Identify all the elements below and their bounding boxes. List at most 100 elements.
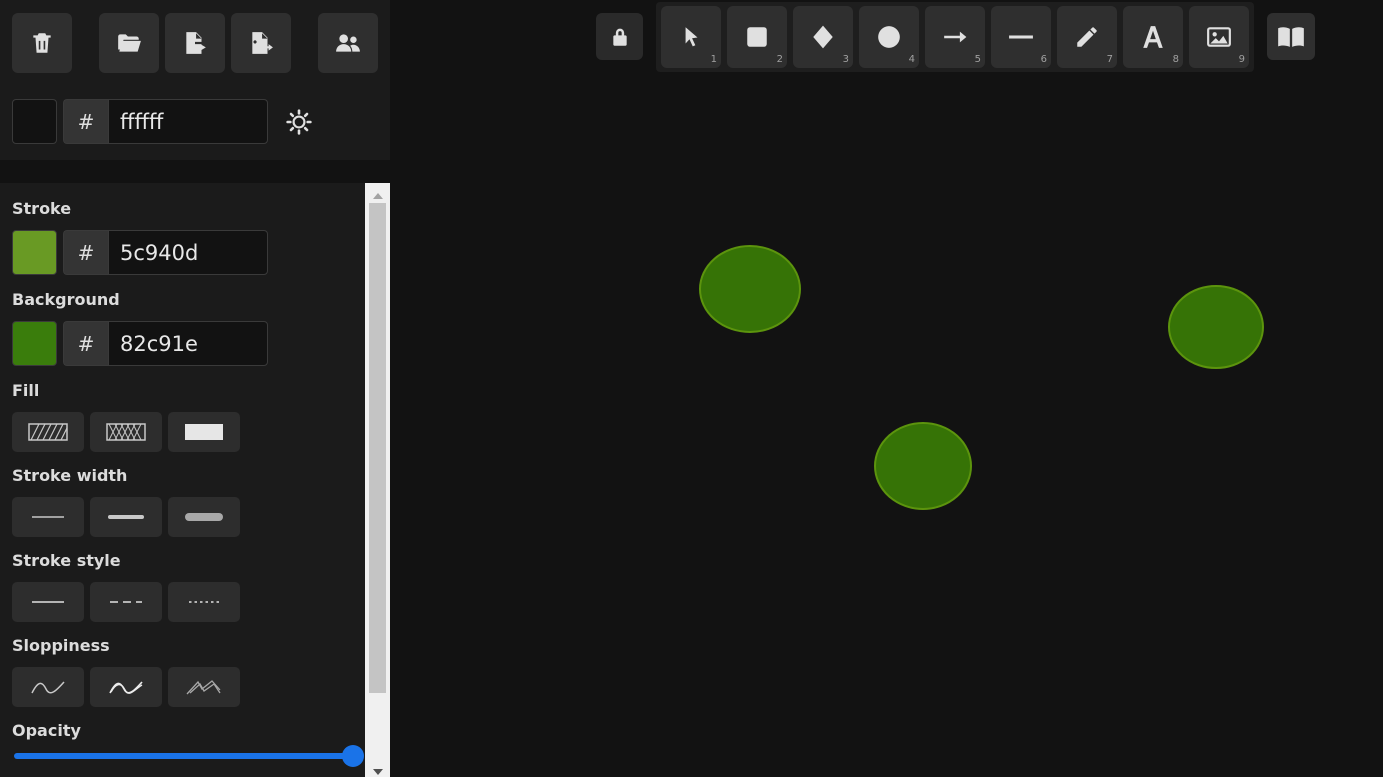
artist-icon [109,681,143,694]
cartoonist-icon [186,680,221,695]
tool-draw[interactable]: 7 [1057,6,1117,68]
properties-panel: Stroke # 5c940d Background # 82c91e Fill [0,183,390,777]
properties-scrollbar[interactable] [365,183,390,777]
background-label: Background [12,290,120,309]
circle-icon [878,26,900,48]
hash-label: # [63,99,108,144]
sloppiness-artist-button[interactable] [90,667,162,707]
tool-line[interactable]: 6 [991,6,1051,68]
stroke-style-dashed-button[interactable] [90,582,162,622]
shortcut-key: 5 [974,54,981,65]
hash-label: # [63,230,108,275]
cross-hatch-icon [106,423,146,441]
tool-selection[interactable]: 1 [661,6,721,68]
collaborate-button[interactable] [318,13,378,73]
diamond-icon [813,25,833,49]
main-menu-panel: # ffffff [0,0,390,160]
opacity-slider-thumb[interactable] [342,745,364,767]
stroke-width-options [12,497,240,537]
dotted-line-icon [189,601,220,603]
users-icon [336,34,360,52]
lock-tool-button[interactable] [596,13,643,60]
tool-text[interactable]: 8 [1123,6,1183,68]
shortcut-key: 2 [776,54,783,65]
canvas-background-swatch[interactable] [12,99,57,144]
fill-cross-hatch-button[interactable] [90,412,162,452]
hash-label: # [63,321,108,366]
tool-image[interactable]: 9 [1189,6,1249,68]
sloppiness-cartoonist-button[interactable] [168,667,240,707]
theme-toggle-button[interactable] [284,107,314,137]
stroke-style-dotted-button[interactable] [168,582,240,622]
square-icon [747,27,767,47]
scrollbar-thumb[interactable] [369,203,386,693]
pointer-icon [685,27,698,47]
canvas-background-hex-input[interactable]: ffffff [108,99,268,144]
opacity-label: Opacity [12,721,81,740]
clear-canvas-button[interactable] [12,13,72,73]
thin-icon [32,516,64,518]
stroke-style-label: Stroke style [12,551,121,570]
library-button[interactable] [1267,13,1315,60]
shortcut-key: 9 [1238,54,1245,65]
pencil-icon [1077,27,1097,47]
tool-ellipse[interactable]: 4 [859,6,919,68]
fill-hachure-button[interactable] [12,412,84,452]
stroke-width-thin-button[interactable] [12,497,84,537]
image-icon [1207,27,1231,47]
stroke-width-label: Stroke width [12,466,128,485]
shortcut-key: 3 [842,54,849,65]
sloppiness-label: Sloppiness [12,636,110,655]
fill-label: Fill [12,381,40,400]
dashed-line-icon [110,601,142,603]
file-image-icon [252,32,273,54]
hachure-icon [28,423,68,441]
stroke-hex-input[interactable]: 5c940d [108,230,268,275]
fill-solid-button[interactable] [168,412,240,452]
shortcut-key: 1 [710,54,717,65]
tool-arrow[interactable]: 5 [925,6,985,68]
stroke-width-bold-button[interactable] [90,497,162,537]
stroke-color-picker: # 5c940d [12,230,268,275]
open-button[interactable] [99,13,159,73]
stroke-width-extra-bold-button[interactable] [168,497,240,537]
ellipse-shape[interactable] [874,422,972,510]
canvas-background-picker: # ffffff [12,99,314,144]
text-icon [1143,26,1163,48]
tool-rectangle[interactable]: 2 [727,6,787,68]
stroke-color-swatch[interactable] [12,230,57,275]
sun-icon [286,108,312,135]
ellipse-shape[interactable] [699,245,801,333]
opacity-slider-track [14,753,356,759]
shortcut-key: 8 [1172,54,1179,65]
solid-line-icon [32,601,64,603]
scroll-up-arrow[interactable] [373,193,383,199]
export-image-button[interactable] [231,13,291,73]
folder-open-icon [118,34,141,52]
sloppiness-architect-button[interactable] [12,667,84,707]
stroke-style-solid-button[interactable] [12,582,84,622]
arrow-icon [944,31,967,43]
stroke-label: Stroke [12,199,72,218]
book-icon [1278,26,1304,47]
export-button[interactable] [165,13,225,73]
lock-icon [612,28,627,46]
shapes-toolbar: 1 2 3 4 5 6 7 8 9 [656,2,1254,72]
scroll-down-arrow[interactable] [373,769,383,775]
background-color-swatch[interactable] [12,321,57,366]
tool-diamond[interactable]: 3 [793,6,853,68]
background-hex-input[interactable]: 82c91e [108,321,268,366]
shortcut-key: 6 [1040,54,1047,65]
trash-icon [33,33,51,53]
fill-options [12,412,240,452]
shortcut-key: 4 [908,54,915,65]
solid-icon [185,424,223,440]
background-color-picker: # 82c91e [12,321,268,366]
sloppiness-options [12,667,240,707]
extra-bold-icon [185,513,223,521]
line-icon [1009,35,1033,39]
ellipse-shape[interactable] [1168,285,1264,369]
stroke-style-options [12,582,240,622]
opacity-slider[interactable] [14,745,364,767]
architect-icon [31,681,65,694]
